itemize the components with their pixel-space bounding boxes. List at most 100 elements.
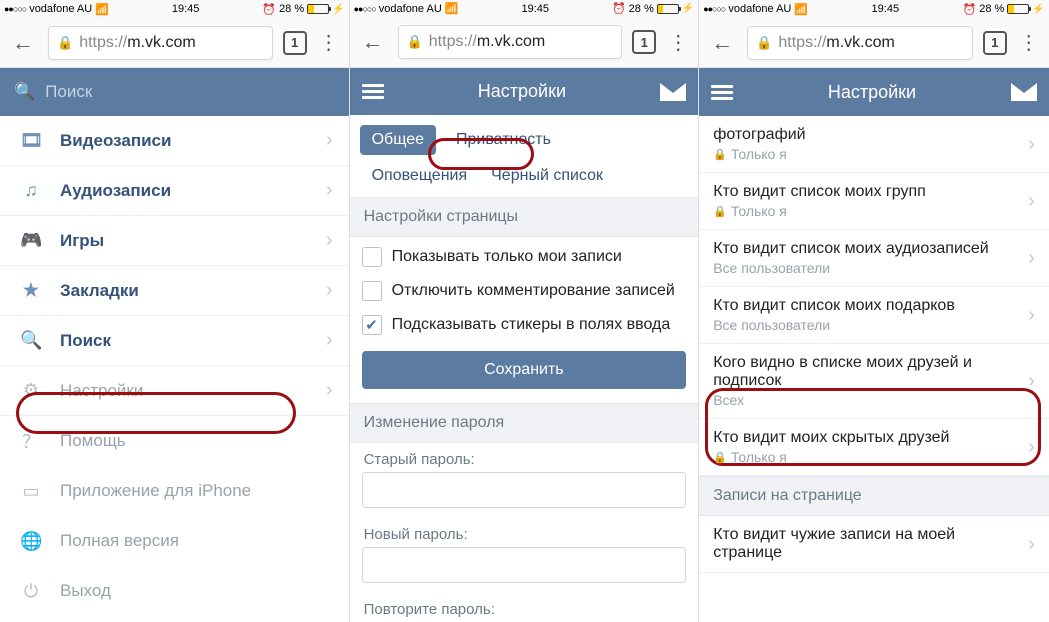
charging-icon: ⚡ (1032, 4, 1044, 15)
tab-general[interactable]: Общее (360, 125, 436, 155)
pane-settings: ●●○○○vodafone AU📶 19:45 ⏰28 %⚡ ← 🔒https:… (350, 0, 700, 622)
charging-icon: ⚡ (332, 4, 344, 15)
browser-menu-button[interactable]: ⋮ (317, 30, 341, 55)
menu-item-games[interactable]: 🎮 Игры › (0, 216, 349, 266)
wifi-icon: 📶 (445, 2, 459, 15)
back-button[interactable]: ← (358, 29, 388, 55)
tabs-button[interactable]: 1 (632, 30, 656, 54)
privacy-row-hidden-friends[interactable]: Кто видит моих скрытых друзей🔒Только я › (699, 419, 1049, 476)
menu-item-video[interactable]: 🎞Видеозаписи› (0, 116, 349, 166)
privacy-row-others-posts[interactable]: Кто видит чужие записи на моей странице … (699, 516, 1049, 573)
browser-menu-button[interactable]: ⋮ (1017, 30, 1041, 55)
tabs-button[interactable]: 1 (283, 31, 307, 55)
check-sticker-suggest[interactable]: ✔Подсказывать стикеры в полях ввода (362, 315, 687, 335)
chevron-right-icon: › (1028, 304, 1035, 327)
omnibox[interactable]: 🔒https://m.vk.com (747, 26, 973, 60)
row-title: фотографий (713, 126, 805, 144)
chevron-right-icon: › (326, 379, 333, 402)
row-title: Кто видит список моих групп (713, 183, 926, 201)
save-button[interactable]: Сохранить (362, 351, 687, 389)
chevron-right-icon: › (326, 229, 333, 252)
menu-label: Приложение для iPhone (60, 481, 251, 501)
omnibox[interactable]: 🔒 https://m.vk.com (398, 25, 623, 59)
menu-label: Игры (60, 231, 104, 251)
clock-label: 19:45 (872, 3, 900, 15)
privacy-row-audio[interactable]: Кто видит список моих аудиозаписейВсе по… (699, 230, 1049, 287)
clock-label: 19:45 (172, 3, 200, 15)
alarm-icon: ⏰ (262, 3, 276, 16)
menu-item-iphone-app[interactable]: ▭ Приложение для iPhone (0, 466, 349, 516)
menu-label: Выход (60, 581, 111, 601)
vk-header: Настройки (350, 68, 699, 116)
privacy-row-gifts[interactable]: Кто видит список моих подарковВсе пользо… (699, 287, 1049, 344)
menu-item-exit[interactable]: ⏻Выход (0, 566, 349, 616)
check-label: Отключить комментирование записей (392, 282, 675, 300)
menu-label: Полная версия (60, 531, 179, 551)
charging-icon: ⚡ (682, 3, 694, 14)
search-placeholder: Поиск (45, 82, 92, 102)
check-only-my-posts[interactable]: Показывать только мои записи (362, 247, 687, 267)
carrier-label: vodafone AU (728, 3, 791, 15)
chevron-right-icon: › (326, 279, 333, 302)
mail-icon[interactable] (660, 83, 686, 101)
battery-icon (1007, 4, 1029, 14)
alarm-icon: ⏰ (612, 2, 626, 15)
menu-item-bookmarks[interactable]: ★Закладки› (0, 266, 349, 316)
tab-notifications[interactable]: Оповещения (360, 161, 480, 191)
menu-label: Видеозаписи (60, 131, 171, 151)
row-title: Кто видит чужие записи на моей странице (713, 526, 1020, 562)
menu-item-help[interactable]: ？Помощь (0, 416, 349, 466)
chevron-right-icon: › (1028, 247, 1035, 270)
menu-label: Поиск (60, 331, 111, 351)
chevron-right-icon: › (326, 329, 333, 352)
phone-icon: ▭ (20, 481, 42, 502)
mail-icon[interactable] (1011, 83, 1037, 101)
input-new-password[interactable] (362, 547, 687, 583)
url-host: m.vk.com (127, 34, 195, 51)
battery-icon (657, 4, 679, 14)
row-subtitle: Всех (713, 392, 744, 408)
hamburger-icon[interactable] (362, 84, 384, 99)
menu-item-audio[interactable]: ♫Аудиозаписи› (0, 166, 349, 216)
lock-icon: 🔒 (57, 35, 73, 51)
row-subtitle: Все пользователи (713, 317, 830, 333)
vk-header: Настройки (699, 68, 1049, 116)
tabs-button[interactable]: 1 (983, 31, 1007, 55)
check-disable-comments[interactable]: Отключить комментирование записей (362, 281, 687, 301)
check-label: Подсказывать стикеры в полях ввода (392, 316, 671, 334)
wifi-icon: 📶 (794, 3, 808, 16)
hamburger-icon[interactable] (711, 85, 733, 100)
row-subtitle: Все пользователи (713, 260, 830, 276)
gear-icon: ⚙ (20, 380, 42, 401)
chevron-right-icon: › (326, 179, 333, 202)
star-icon: ★ (20, 280, 42, 301)
back-button[interactable]: ← (707, 30, 737, 56)
gamepad-icon: 🎮 (20, 230, 42, 251)
omnibox[interactable]: 🔒 https://m.vk.com (48, 26, 273, 60)
privacy-row-photos[interactable]: фотографий🔒Только я › (699, 116, 1049, 173)
url-host: m.vk.com (477, 33, 545, 50)
url-scheme: https:// (429, 33, 477, 50)
search-icon: 🔍 (14, 82, 35, 102)
tab-blacklist[interactable]: Чёрный список (487, 161, 615, 191)
row-subtitle: Только я (731, 203, 787, 219)
browser-menu-button[interactable]: ⋮ (666, 30, 690, 55)
privacy-row-groups[interactable]: Кто видит список моих групп 🔒 Только я › (699, 173, 1049, 230)
search-bar[interactable]: 🔍 Поиск (0, 68, 349, 116)
back-button[interactable]: ← (8, 30, 38, 56)
tab-privacy[interactable]: Приватность (444, 125, 563, 155)
row-subtitle: Только я (731, 146, 787, 162)
checkbox-icon (362, 247, 382, 267)
lock-mini-icon: 🔒 (713, 205, 727, 218)
menu-item-settings[interactable]: ⚙Настройки› (0, 366, 349, 416)
battery-icon (307, 4, 329, 14)
chevron-right-icon: › (1028, 190, 1035, 213)
music-icon: ♫ (20, 180, 42, 201)
input-old-password[interactable] (362, 472, 687, 508)
privacy-row-friends-visible[interactable]: Кого видно в списке моих друзей и подпис… (699, 344, 1049, 419)
menu-item-search[interactable]: 🔍Поиск› (0, 316, 349, 366)
menu-item-full-version[interactable]: 🌐Полная версия (0, 516, 349, 566)
lock-icon: 🔒 (407, 34, 423, 50)
section-change-password: Изменение пароля (350, 403, 699, 443)
check-label: Показывать только мои записи (392, 248, 622, 266)
